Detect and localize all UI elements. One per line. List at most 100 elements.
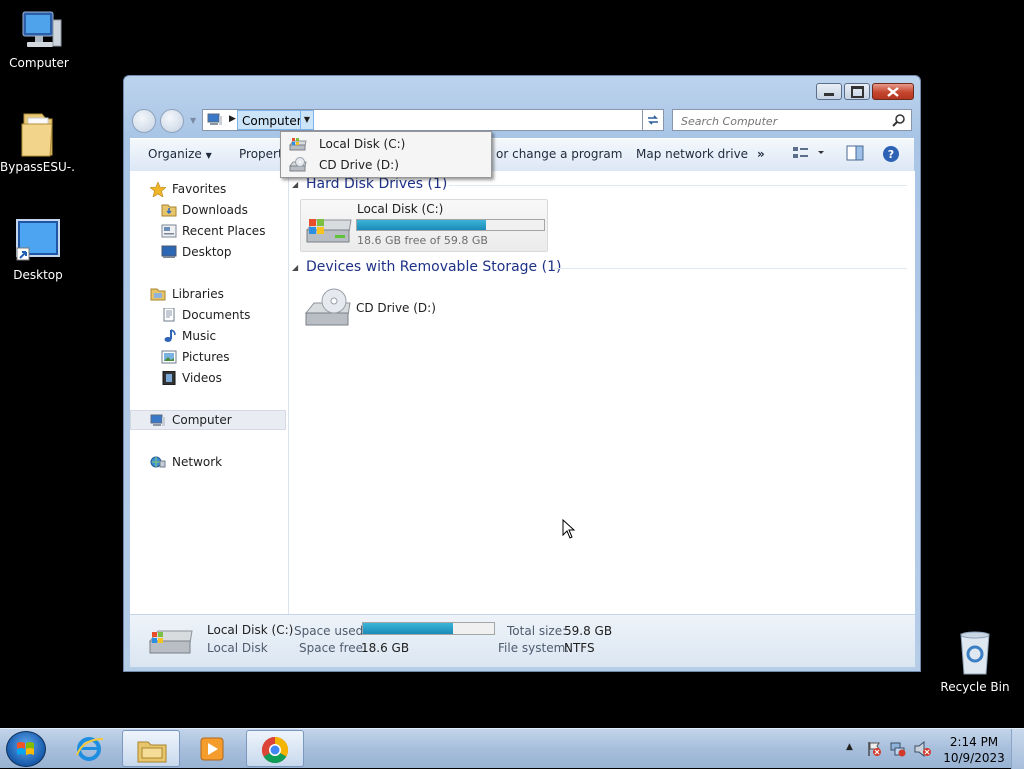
group-header-hard-disk-drives[interactable]: Hard Disk Drives (1) <box>306 176 447 192</box>
help-button[interactable]: ? <box>882 145 900 166</box>
drive-tile-cd-drive-d[interactable]: CD Drive (D:) <box>300 283 548 335</box>
nav-label: Computer <box>172 413 232 427</box>
start-button[interactable] <box>6 731 46 767</box>
cd-drive-icon <box>304 288 351 326</box>
more-commands-button[interactable]: » <box>757 147 765 161</box>
pictures-icon <box>161 350 177 364</box>
change-view-button[interactable] <box>792 145 826 164</box>
address-bar[interactable]: ▶ Computer ▼ ▼ <box>202 109 662 131</box>
clock-time: 2:14 PM <box>949 735 999 749</box>
details-drive-type: Local Disk <box>207 641 268 655</box>
details-drive-name: Local Disk (C:) <box>207 623 294 637</box>
search-box[interactable] <box>672 109 912 131</box>
internet-explorer-icon <box>76 737 104 761</box>
group-divider <box>554 268 907 269</box>
explorer-window[interactable]: ▼ ▶ Computer ▼ ▼ Organize ▼ Properti or … <box>123 75 921 672</box>
file-system-value: NTFS <box>564 641 595 655</box>
nav-recent-places[interactable]: Recent Places <box>130 221 280 241</box>
desktop-shortcut-icon <box>16 219 60 261</box>
desktop-icon-recycle-bin[interactable]: Recycle Bin <box>937 630 1013 694</box>
view-options-icon <box>793 147 824 158</box>
maximize-button[interactable] <box>844 83 870 100</box>
volume-muted-icon[interactable] <box>914 741 932 757</box>
nav-documents[interactable]: Documents <box>130 305 280 325</box>
back-button[interactable] <box>132 109 156 133</box>
total-size-value: 59.8 GB <box>564 624 613 638</box>
star-icon <box>150 182 166 197</box>
space-free-value: 18.6 GB <box>361 641 410 655</box>
nav-libraries[interactable]: Libraries <box>130 284 280 304</box>
refresh-icon <box>648 115 658 125</box>
dropdown-item-label: Local Disk (C:) <box>319 137 406 151</box>
drive-usage-fill <box>357 220 487 230</box>
close-button[interactable] <box>872 83 914 100</box>
desktop-icon-desktop[interactable]: Desktop <box>0 218 76 282</box>
desktop-icon-label: Computer <box>9 56 69 70</box>
action-center-flag-icon[interactable] <box>866 741 882 757</box>
group-header-removable-storage[interactable]: Devices with Removable Storage (1) <box>306 259 561 275</box>
clock-date: 10/9/2023 <box>943 751 1005 765</box>
nav-computer[interactable]: Computer <box>130 410 286 430</box>
nav-downloads[interactable]: Downloads <box>130 200 280 220</box>
breadcrumb-arrow-icon[interactable]: ▶ <box>229 114 236 124</box>
network-icon <box>150 456 166 468</box>
nav-desktop[interactable]: Desktop <box>130 242 280 262</box>
taskbar-chrome[interactable] <box>246 730 304 767</box>
details-usage-bar <box>362 622 495 635</box>
chevron-down-icon: ▼ <box>205 151 212 160</box>
drive-tile-local-disk-c[interactable]: Local Disk (C:) 18.6 GB free of 59.8 GB <box>300 199 548 252</box>
show-desktop-button[interactable] <box>1011 729 1024 769</box>
refresh-button[interactable] <box>642 109 664 131</box>
folder-library-icon <box>137 741 167 763</box>
search-icon[interactable] <box>892 113 906 127</box>
cd-drive-small-icon <box>289 157 307 172</box>
nav-videos[interactable]: Videos <box>130 368 280 388</box>
desktop-icon-bypassesu[interactable]: BypassESU-... <box>0 108 76 174</box>
show-hidden-icons-button[interactable]: ▲ <box>846 742 853 752</box>
nav-pictures[interactable]: Pictures <box>130 347 280 367</box>
maximize-icon <box>850 85 864 98</box>
desktop-icon-label: Desktop <box>13 268 63 282</box>
hard-disk-icon <box>148 630 193 654</box>
desktop-icon-computer[interactable]: Computer <box>1 10 77 70</box>
taskbar-windows-explorer[interactable] <box>122 730 180 767</box>
minimize-button[interactable] <box>816 83 842 100</box>
dropdown-item-cd-drive-d[interactable]: CD Drive (D:) <box>283 155 489 175</box>
search-input[interactable] <box>679 112 883 130</box>
nav-label: Libraries <box>172 287 224 301</box>
taskbar-internet-explorer[interactable] <box>60 730 118 767</box>
collapse-hdd-group-icon[interactable]: ◢ <box>292 180 298 189</box>
organize-label: Organize <box>148 147 202 161</box>
recent-pages-dropdown[interactable]: ▼ <box>190 116 196 125</box>
content-area: Favorites Downloads Recent Places Deskto… <box>130 171 915 614</box>
windows-logo-icon <box>17 742 34 755</box>
uninstall-program-button[interactable]: or change a program <box>496 147 622 161</box>
breadcrumb-computer[interactable]: Computer <box>237 110 307 130</box>
system-clock[interactable]: 2:14 PM 10/9/2023 <box>940 734 1008 766</box>
desktop-small-icon <box>161 245 177 258</box>
taskbar: ▲ 2:14 PM 10/9/2023 <box>0 728 1024 769</box>
close-icon <box>887 86 899 97</box>
nav-label: Network <box>172 455 223 469</box>
dropdown-item-local-disk-c[interactable]: Local Disk (C:) <box>283 134 489 154</box>
group-divider <box>449 185 907 186</box>
help-icon: ? <box>883 146 899 162</box>
breadcrumb-dropdown-button[interactable]: ▼ <box>300 110 314 130</box>
nav-label: Pictures <box>182 350 230 364</box>
details-usage-fill <box>363 623 454 634</box>
nav-network[interactable]: Network <box>130 452 280 472</box>
collapse-removable-group-icon[interactable]: ◢ <box>292 263 298 272</box>
nav-favorites[interactable]: Favorites <box>130 179 280 199</box>
forward-button[interactable] <box>160 109 184 133</box>
organize-button[interactable]: Organize ▼ <box>148 147 212 161</box>
drive-name: CD Drive (D:) <box>356 301 436 315</box>
network-status-icon[interactable] <box>890 741 906 757</box>
libraries-icon <box>150 288 166 301</box>
nav-music[interactable]: Music <box>130 326 280 346</box>
system-properties-button[interactable]: Properti <box>239 147 286 161</box>
map-network-drive-button[interactable]: Map network drive <box>636 147 748 161</box>
taskbar-media-player[interactable] <box>184 730 242 767</box>
preview-pane-button[interactable] <box>846 145 864 164</box>
mouse-cursor-icon <box>562 519 576 539</box>
media-player-icon <box>200 737 224 761</box>
